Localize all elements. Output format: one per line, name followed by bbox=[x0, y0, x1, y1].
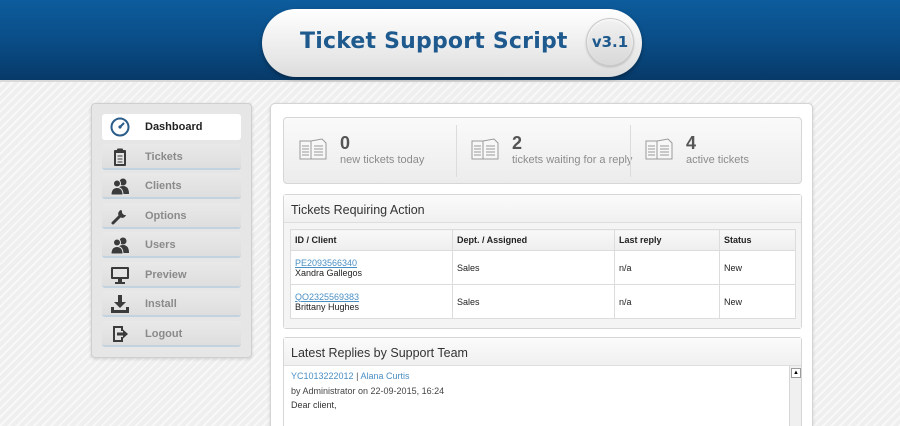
column-header: ID / Client bbox=[290, 229, 453, 251]
column-header: Dept. / Assigned bbox=[452, 229, 615, 251]
table-header-row: ID / Client Dept. / Assigned Last reply … bbox=[290, 229, 796, 251]
ticket-id-link[interactable]: PE2093566340 bbox=[295, 258, 452, 268]
sidebar-item-label: Tickets bbox=[145, 150, 183, 163]
wrench-icon bbox=[111, 209, 126, 224]
stat-waiting-tickets[interactable]: 2 tickets waiting for a reply bbox=[456, 118, 633, 185]
client-name: Brittany Hughes bbox=[295, 301, 360, 312]
reply-meta: by Administrator on 22-09-2015, 16:24 bbox=[291, 386, 445, 396]
sidebar-item-label: Preview bbox=[145, 268, 187, 281]
stat-new-tickets[interactable]: 0 new tickets today bbox=[284, 118, 456, 185]
stat-label: tickets waiting for a reply bbox=[512, 154, 633, 166]
column-header: Status bbox=[719, 229, 796, 251]
latest-replies-box: Latest Replies by Support Team YC1013222… bbox=[283, 337, 802, 426]
dashboard-gauge-icon bbox=[110, 117, 130, 137]
sidebar-nav: Dashboard Tickets Clients Options Users … bbox=[91, 103, 252, 358]
reply-ticket-id-link[interactable]: YC1013222012 bbox=[291, 371, 354, 381]
stats-bar: 0 new tickets today 2 tickets waiting fo… bbox=[283, 117, 802, 184]
box-title: Tickets Requiring Action bbox=[284, 195, 801, 223]
sidebar-item-logout[interactable]: Logout bbox=[102, 320, 241, 347]
documents-icon bbox=[645, 138, 673, 160]
table-cell: New bbox=[719, 250, 796, 285]
sidebar-item-install[interactable]: Install bbox=[102, 291, 241, 317]
table-row: QO2325569383 Brittany Hughes Sales n/a N… bbox=[290, 284, 796, 319]
client-name: Xandra Gallegos bbox=[295, 267, 363, 278]
table-cell: n/a bbox=[614, 250, 720, 285]
tickets-requiring-action-box: Tickets Requiring Action ID / Client Dep… bbox=[283, 194, 802, 329]
table-cell: Sales bbox=[452, 284, 615, 319]
stat-label: active tickets bbox=[686, 154, 749, 166]
table-cell: n/a bbox=[614, 284, 720, 319]
sidebar-item-label: Dashboard bbox=[145, 121, 203, 133]
sidebar-item-options[interactable]: Options bbox=[102, 202, 241, 229]
reply-separator: | bbox=[356, 371, 359, 381]
sidebar-item-label: Install bbox=[145, 298, 177, 310]
version-badge: v3.1 bbox=[586, 18, 634, 66]
monitor-icon bbox=[111, 266, 129, 284]
box-title: Latest Replies by Support Team bbox=[284, 338, 801, 366]
table-cell: Sales bbox=[452, 250, 615, 285]
column-header: Last reply bbox=[614, 229, 720, 251]
box-body: ID / Client Dept. / Assigned Last reply … bbox=[284, 223, 801, 328]
replies-list[interactable]: YC1013222012 | Alana Curtis by Administr… bbox=[284, 366, 801, 426]
main-panel: 0 new tickets today 2 tickets waiting fo… bbox=[270, 103, 813, 426]
documents-icon bbox=[299, 138, 327, 160]
sidebar-item-tickets[interactable]: Tickets bbox=[102, 143, 241, 170]
table-row: PE2093566340 Xandra Gallegos Sales n/a N… bbox=[290, 250, 796, 285]
stat-value: 4 bbox=[686, 133, 697, 153]
documents-icon bbox=[471, 138, 499, 160]
table-cell: QO2325569383 Brittany Hughes bbox=[290, 284, 453, 319]
stat-label: new tickets today bbox=[340, 154, 425, 166]
replies-scrollbar[interactable]: ▲ bbox=[789, 366, 801, 426]
sidebar-item-label: Clients bbox=[145, 180, 182, 192]
header-bar: Ticket Support Script v3.1 bbox=[0, 0, 900, 82]
sidebar-item-label: Users bbox=[145, 239, 176, 251]
reply-client-link[interactable]: Alana Curtis bbox=[360, 371, 409, 381]
sidebar-item-label: Options bbox=[145, 209, 187, 222]
scroll-up-arrow-icon[interactable]: ▲ bbox=[791, 368, 801, 378]
download-icon bbox=[111, 295, 129, 313]
app-title: Ticket Support Script bbox=[300, 29, 568, 54]
table-cell: New bbox=[719, 284, 796, 319]
stat-value: 0 bbox=[340, 133, 351, 153]
users-icon bbox=[110, 237, 129, 255]
sidebar-item-clients[interactable]: Clients bbox=[102, 173, 241, 199]
sidebar-item-preview[interactable]: Preview bbox=[102, 261, 241, 288]
sidebar-item-label: Logout bbox=[145, 327, 183, 340]
users-icon bbox=[110, 178, 129, 196]
stat-value: 2 bbox=[512, 133, 523, 153]
reply-text: Dear client, bbox=[291, 400, 337, 410]
ticket-id-link[interactable]: QO2325569383 bbox=[295, 292, 452, 302]
sidebar-item-users[interactable]: Users bbox=[102, 232, 241, 258]
sidebar-item-dashboard[interactable]: Dashboard bbox=[102, 114, 241, 140]
logout-icon bbox=[113, 325, 128, 342]
logo-badge: Ticket Support Script v3.1 bbox=[262, 9, 642, 77]
clipboard-icon bbox=[114, 148, 126, 166]
table-cell: PE2093566340 Xandra Gallegos bbox=[290, 250, 453, 285]
stat-active-tickets[interactable]: 4 active tickets bbox=[630, 118, 802, 185]
tickets-table: ID / Client Dept. / Assigned Last reply … bbox=[290, 229, 796, 319]
reply-header: YC1013222012 | Alana Curtis bbox=[291, 371, 409, 381]
